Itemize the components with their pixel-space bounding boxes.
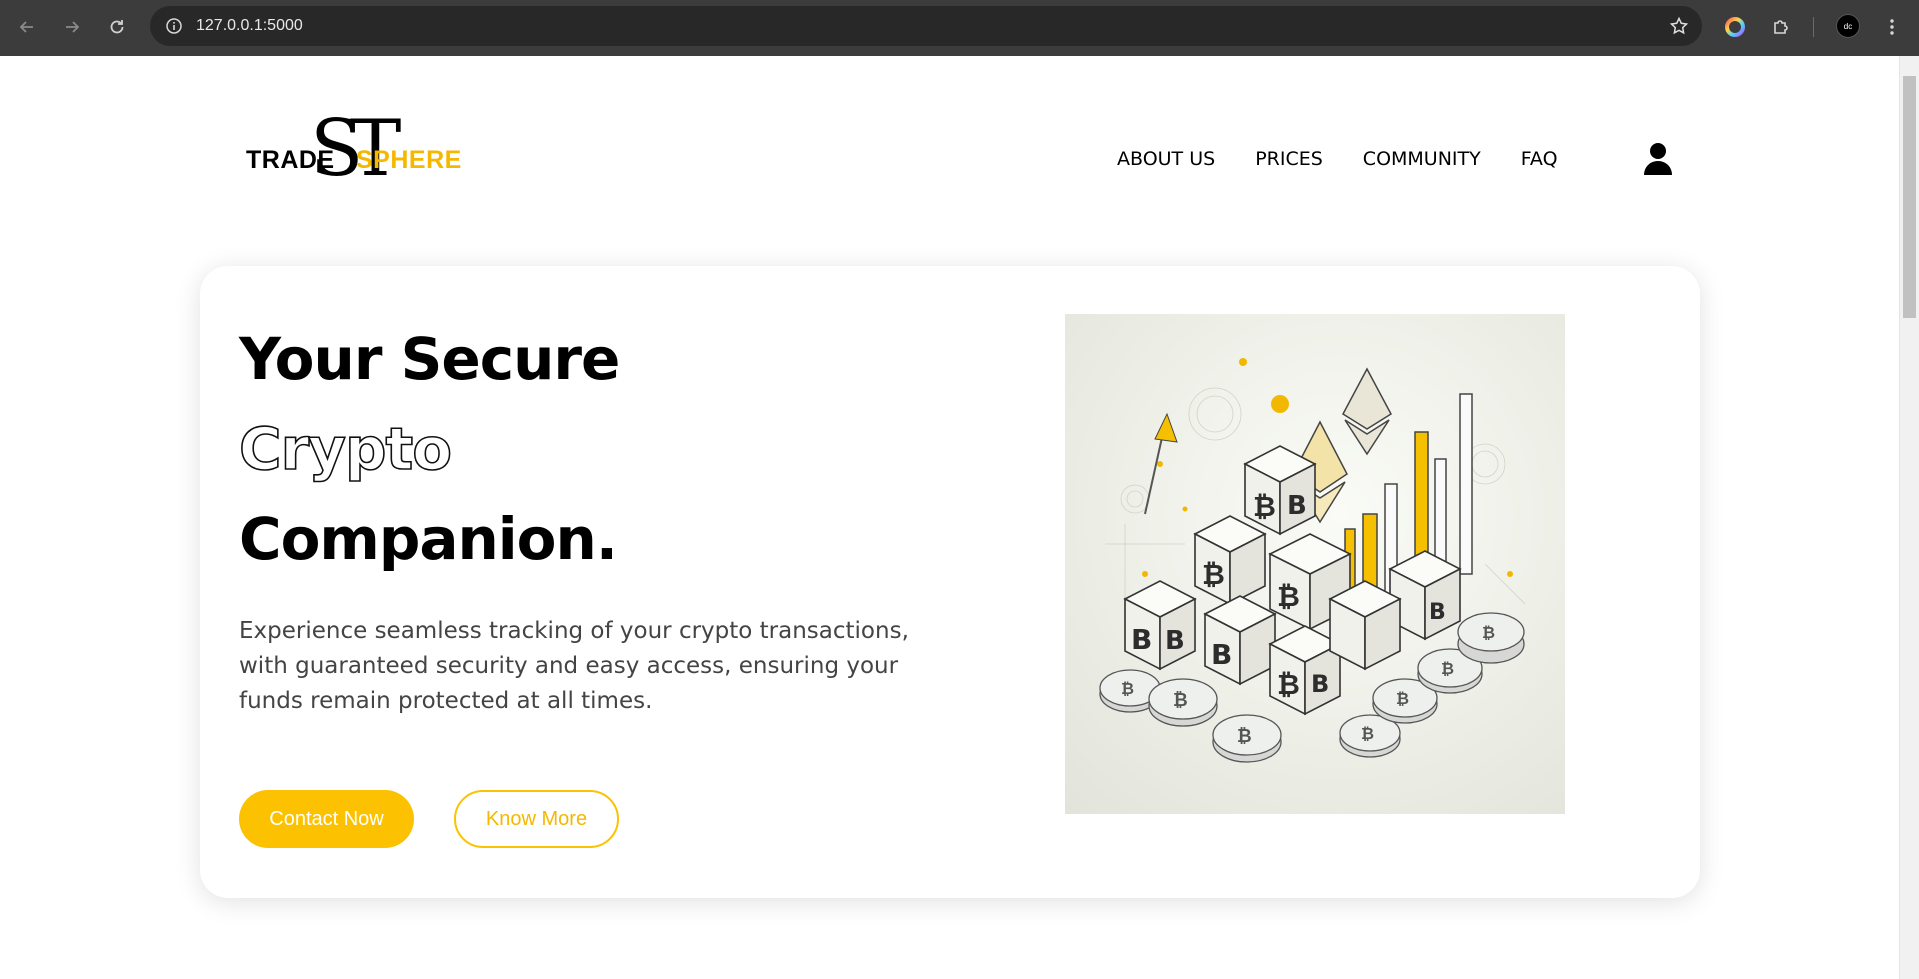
svg-text:₿: ₿ (1253, 490, 1276, 523)
svg-text:B: B (1429, 600, 1446, 625)
logo-word-sphere: SPHERE (356, 146, 462, 174)
address-bar[interactable]: 127.0.0.1:5000 (150, 6, 1702, 46)
nav-community[interactable]: COMMUNITY (1363, 148, 1481, 170)
user-icon (1644, 143, 1672, 175)
kebab-menu-icon (1890, 19, 1894, 35)
page-scrollbar[interactable] (1899, 56, 1919, 979)
svg-text:₿: ₿ (1396, 689, 1409, 708)
browser-toolbar: 127.0.0.1:5000 dc (0, 0, 1919, 56)
hero-title-line-2-outlined: Crypto (238, 414, 453, 484)
user-account-button[interactable] (1640, 141, 1676, 177)
crypto-blocks-illustration: ₿ B ₿ ₿ B B B ₿ B B ₿ ₿ ₿ ₿ ₿ ₿ ₿ (1099, 358, 1526, 763)
brand-logo[interactable]: ST TRADE SPHERE (240, 104, 462, 204)
hero-title-line-1: Your Secure (239, 325, 620, 393)
svg-text:₿: ₿ (1441, 659, 1454, 678)
svg-text:B: B (1211, 638, 1232, 671)
profile-avatar[interactable]: dc (1836, 14, 1860, 38)
svg-text:₿: ₿ (1237, 726, 1252, 747)
color-extension-icon[interactable] (1720, 12, 1750, 42)
profile-initials: dc (1843, 21, 1853, 31)
svg-text:₿: ₿ (1202, 558, 1225, 591)
nav-prices[interactable]: PRICES (1255, 148, 1323, 170)
bookmark-star-icon[interactable] (1668, 15, 1690, 37)
know-more-button[interactable]: Know More (454, 790, 619, 848)
svg-text:B: B (1131, 623, 1152, 656)
svg-text:₿: ₿ (1277, 668, 1300, 701)
svg-text:₿: ₿ (1121, 679, 1134, 698)
logo-word-trade: TRADE (246, 146, 335, 174)
site-info-icon[interactable] (164, 16, 184, 36)
scrollbar-thumb[interactable] (1903, 76, 1916, 318)
reload-icon (110, 20, 124, 34)
back-button[interactable] (12, 12, 42, 42)
contact-now-button[interactable]: Contact Now (239, 790, 414, 848)
svg-text:B: B (1287, 491, 1307, 521)
main-nav: ABOUT US PRICES COMMUNITY FAQ (1117, 148, 1558, 170)
hero-crypto-illustration: ₿ B ₿ ₿ B B B ₿ B B ₿ ₿ ₿ ₿ ₿ ₿ ₿ (1065, 314, 1565, 814)
extensions-puzzle-icon[interactable] (1766, 12, 1796, 42)
svg-text:B: B (1311, 670, 1329, 698)
svg-text:₿: ₿ (1361, 724, 1374, 743)
hero-card: Your Secure Crypto Companion. Experience… (200, 266, 1700, 898)
forward-arrow-icon (66, 21, 80, 33)
svg-text:B: B (1165, 626, 1185, 656)
toolbar-divider (1813, 17, 1814, 37)
browser-menu-button[interactable] (1877, 12, 1907, 42)
hero-title-line-3: Companion. (239, 505, 618, 573)
back-arrow-icon (19, 21, 33, 33)
svg-text:₿: ₿ (1277, 580, 1300, 613)
svg-text:₿: ₿ (1482, 623, 1495, 642)
forward-button[interactable] (57, 12, 87, 42)
nav-about-us[interactable]: ABOUT US (1117, 148, 1215, 170)
reload-button[interactable] (102, 12, 132, 42)
svg-text:₿: ₿ (1173, 690, 1188, 711)
hero-description: Experience seamless tracking of your cry… (239, 618, 909, 714)
nav-faq[interactable]: FAQ (1521, 148, 1558, 170)
url-text[interactable]: 127.0.0.1:5000 (196, 16, 303, 36)
